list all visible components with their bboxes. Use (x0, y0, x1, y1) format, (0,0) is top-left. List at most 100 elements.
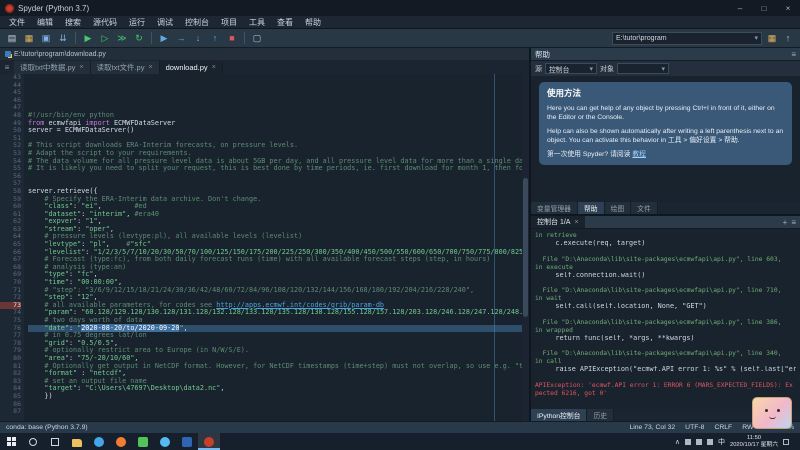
taskbar-file-explorer[interactable] (66, 433, 88, 450)
pane-tab-文件[interactable]: 文件 (631, 202, 658, 214)
run-cell-button[interactable]: ▷ (97, 31, 113, 46)
console-tab[interactable]: 控制台 1/A × (531, 216, 585, 228)
code-line[interactable] (28, 401, 522, 409)
volume-icon[interactable] (696, 439, 702, 445)
menu-调试[interactable]: 调试 (151, 16, 179, 28)
taskbar-firefox[interactable] (110, 433, 132, 450)
menu-控制台[interactable]: 控制台 (179, 16, 215, 28)
minimize-button[interactable]: – (728, 0, 752, 16)
console-line: c.execute(req, target) (535, 240, 796, 248)
code-line[interactable] (28, 173, 522, 181)
help-source-combo[interactable]: 控制台 ▾ (545, 63, 597, 74)
save-all-button[interactable]: ⇊ (55, 31, 71, 46)
taskbar-spyder[interactable] (198, 433, 220, 450)
code-line[interactable]: # It is likely you need to split your re… (28, 165, 522, 173)
editor-tab[interactable]: download.py× (160, 61, 223, 74)
help-pane-header: 帮助 ≡ (531, 48, 800, 61)
menu-文件[interactable]: 文件 (3, 16, 31, 28)
toolbar-buttons: ▤▦▣⇊▶▷≫↻▶→↓↑■▢ (4, 31, 265, 46)
rerun-cell-button[interactable]: ↻ (131, 31, 147, 46)
editor-scrollbar[interactable] (522, 74, 529, 421)
menu-查看[interactable]: 查看 (271, 16, 299, 28)
console-output[interactable]: in retrieve c.execute(req, target) File … (531, 229, 800, 409)
menu-项目[interactable]: 项目 (215, 16, 243, 28)
scrollbar-thumb[interactable] (523, 178, 528, 317)
code-editor[interactable]: 4344454647484950515253545556575859606162… (0, 74, 529, 421)
browse-tabs-button[interactable]: ≡ (0, 61, 14, 74)
code-line[interactable] (28, 180, 522, 188)
code-line[interactable] (28, 97, 522, 105)
taskbar-clock[interactable]: 11:50 2020/10/17 星期六 (730, 435, 778, 449)
task-view-button[interactable] (44, 433, 66, 450)
start-button[interactable] (0, 433, 22, 450)
console-tab-历史[interactable]: 历史 (587, 409, 614, 421)
line-number-gutter[interactable]: 4344454647484950515253545556575859606162… (0, 74, 24, 421)
code-line[interactable] (28, 408, 522, 416)
pane-tab-绘图[interactable]: 绘图 (605, 202, 632, 214)
parent-directory-button[interactable]: ↑ (780, 31, 796, 46)
maximize-button[interactable]: □ (752, 0, 776, 16)
taskbar-edge[interactable] (88, 433, 110, 450)
stop-button[interactable]: ■ (224, 31, 240, 46)
security-icon[interactable] (685, 439, 691, 445)
menu-搜索[interactable]: 搜索 (59, 16, 87, 28)
working-directory-combo[interactable]: E:\tutor\program ▾ (612, 32, 762, 45)
menu-编辑[interactable]: 编辑 (31, 16, 59, 28)
code-line[interactable]: }) (28, 393, 522, 401)
run-cell-advance-button[interactable]: ≫ (114, 31, 130, 46)
console-buttons: + ≡ (783, 218, 800, 227)
taskbar-qq[interactable] (154, 433, 176, 450)
input-language-indicator[interactable]: 中 (718, 437, 725, 447)
pane-tab-帮助[interactable]: 帮助 (578, 202, 605, 214)
window-title: Spyder (Python 3.7) (18, 4, 89, 13)
browse-directory-button[interactable]: ▦ (764, 31, 780, 46)
menu-帮助[interactable]: 帮助 (299, 16, 327, 28)
network-icon[interactable] (707, 439, 713, 445)
tray-expand-icon[interactable]: ∧ (675, 438, 680, 446)
new-console-icon[interactable]: + (783, 218, 788, 227)
menu-运行[interactable]: 运行 (123, 16, 151, 28)
code-line[interactable]: "target": "C:\Users\47697\Desktop\data2.… (28, 385, 522, 393)
console-tab-IPython控制台[interactable]: IPython控制台 (531, 409, 587, 421)
menu-工具[interactable]: 工具 (243, 16, 271, 28)
step-into-button[interactable]: ↓ (190, 31, 206, 46)
save-button[interactable]: ▣ (38, 31, 54, 46)
action-center-icon[interactable] (783, 439, 789, 445)
console-line: in wait (535, 295, 796, 303)
step-return-button[interactable]: ↑ (207, 31, 223, 46)
menu-源代码[interactable]: 源代码 (87, 16, 123, 28)
close-tab-icon[interactable]: × (212, 64, 216, 71)
taskbar-search-button[interactable] (22, 433, 44, 450)
title-bar[interactable]: Spyder (Python 3.7) – □ × (0, 0, 800, 16)
debug-button[interactable]: ▶ (156, 31, 172, 46)
close-tab-icon[interactable]: × (79, 64, 83, 71)
pane-tab-变量管理器[interactable]: 变量管理器 (531, 202, 578, 214)
status-bar: conda: base (Python 3.7.9) Line 73, Col … (0, 421, 800, 433)
close-console-icon[interactable]: × (574, 219, 578, 226)
editor-tab[interactable]: 读取txt文件.py× (91, 61, 160, 74)
taskbar-wechat[interactable] (132, 433, 154, 450)
options-menu-icon[interactable]: ≡ (791, 218, 796, 227)
maximize-pane-button[interactable]: ▢ (249, 31, 265, 46)
step-over-button[interactable]: → (173, 31, 189, 46)
open-file-button[interactable]: ▦ (21, 31, 37, 46)
taskbar-word[interactable] (176, 433, 198, 450)
console-line: File "D:\Anaconda\lib\site-packages\ecmw… (535, 287, 796, 295)
editor-tab[interactable]: 读取txt中数据.py× (14, 61, 91, 74)
tutorial-link[interactable]: 教程 (632, 151, 646, 158)
run-button[interactable]: ▶ (80, 31, 96, 46)
code-line[interactable]: server = ECMWFDataServer() (28, 127, 522, 135)
code-line[interactable]: # analysis (type:an) (28, 264, 522, 272)
code-line[interactable]: # "step": "3/6/9/12/15/18/21/24/30/36/42… (28, 287, 522, 295)
desktop-pet-widget[interactable] (752, 397, 792, 429)
code-line[interactable] (28, 416, 522, 421)
usage-footer-text: 第一次使用 Spyder? 请阅读 (547, 151, 630, 158)
console-pane: 控制台 1/A × + ≡ in retrieve c.execute(req,… (531, 216, 800, 421)
help-object-combo[interactable]: ▾ (617, 63, 669, 74)
code-line[interactable]: "dataset": "interim", #era40 (28, 211, 522, 219)
close-button[interactable]: × (776, 0, 800, 16)
close-tab-icon[interactable]: × (148, 64, 152, 71)
options-menu-icon[interactable]: ≡ (791, 50, 796, 59)
new-file-button[interactable]: ▤ (4, 31, 20, 46)
code-area[interactable]: #!/usr/bin/env pythonfrom ecmwfapi impor… (24, 74, 522, 421)
